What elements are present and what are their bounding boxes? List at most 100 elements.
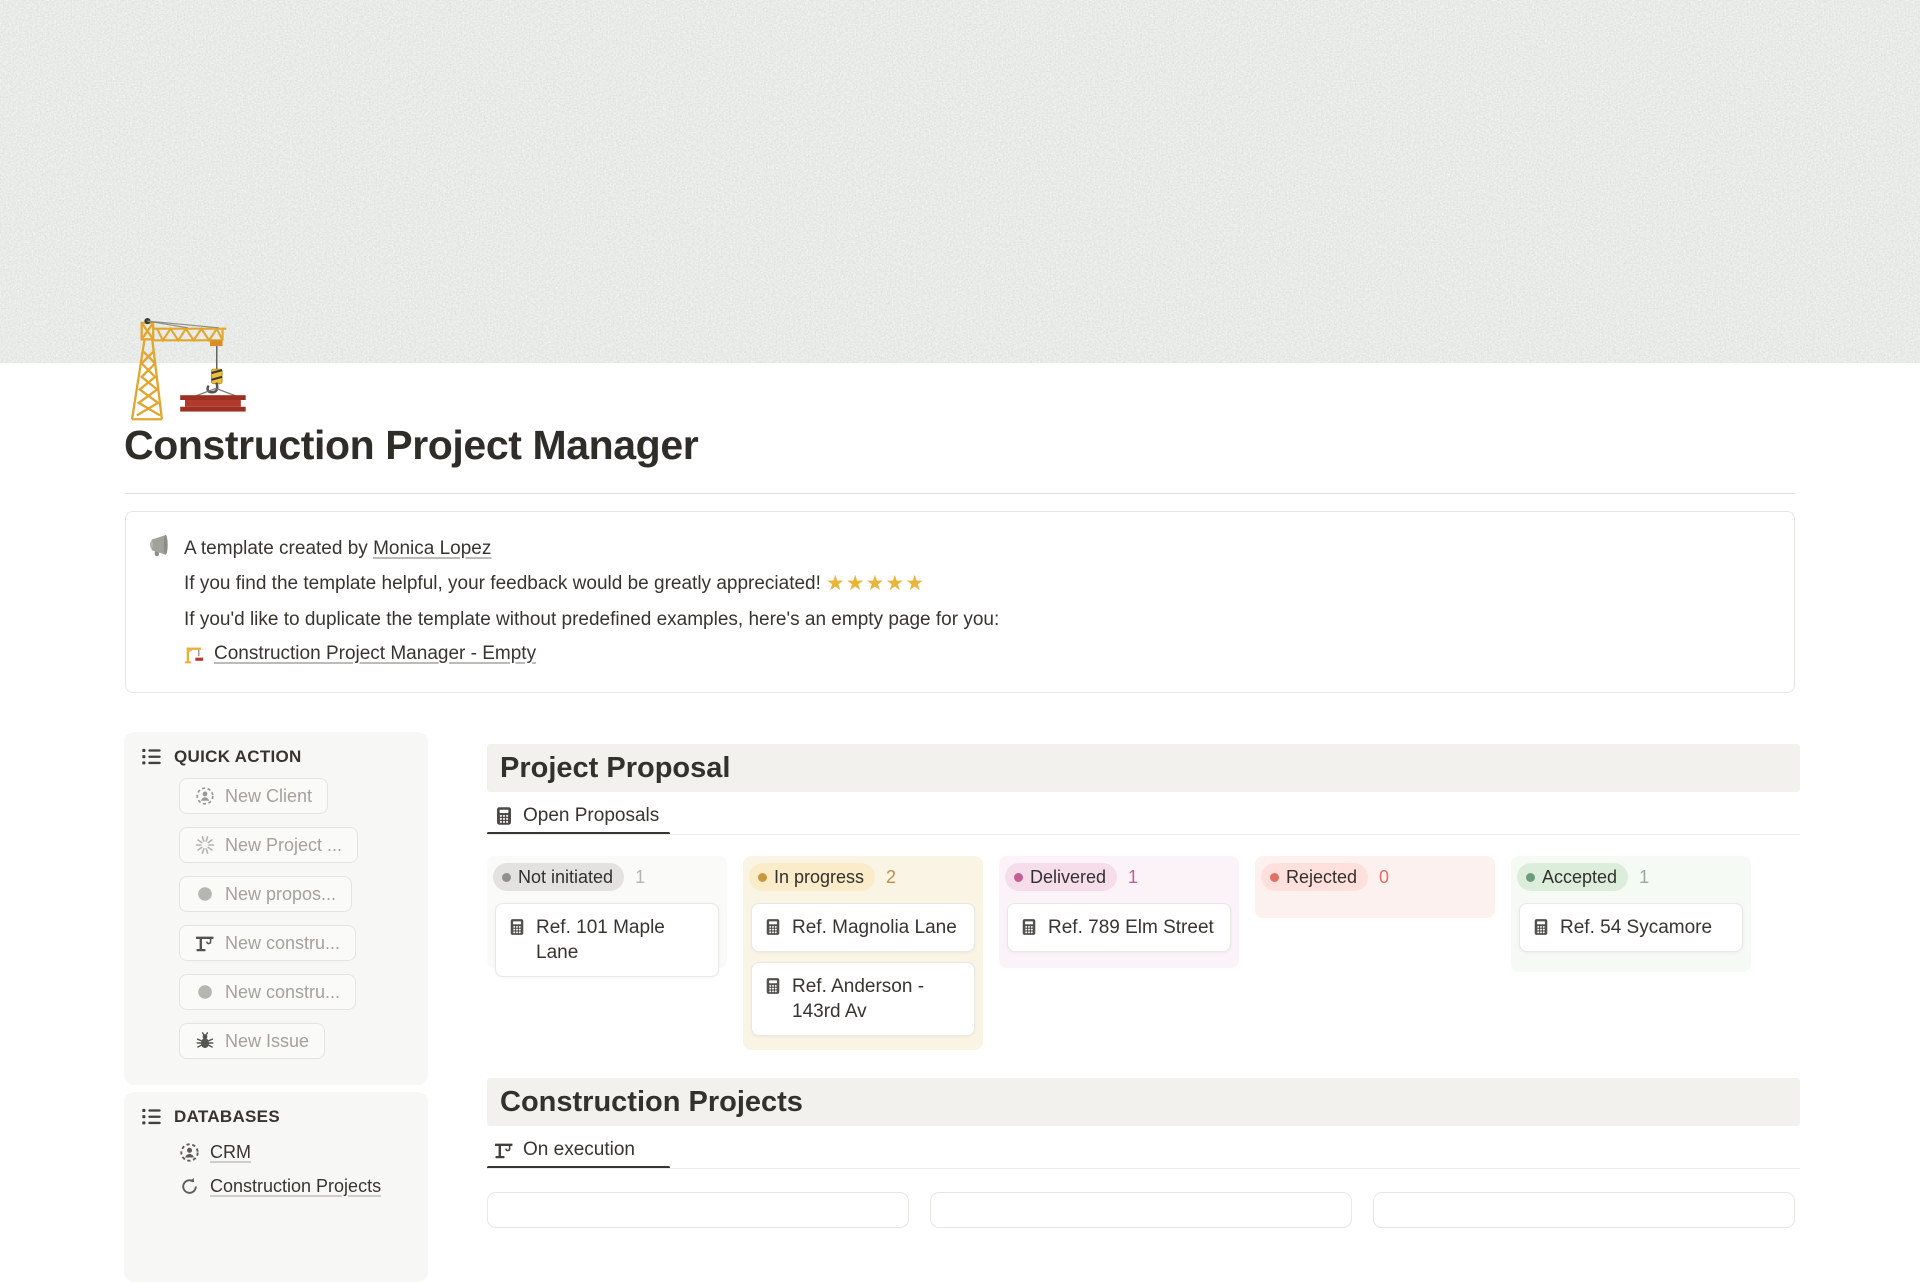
construction-projects-label: Construction Projects — [210, 1176, 381, 1197]
column-count: 2 — [886, 867, 896, 888]
status-pill-in-progress[interactable]: In progress — [749, 863, 875, 891]
divider — [125, 493, 1795, 494]
template-callout: A template created by Monica Lopez If yo… — [125, 511, 1795, 693]
databases-header: DATABASES — [140, 1105, 280, 1128]
status-dot — [758, 873, 767, 882]
status-pill-delivered[interactable]: Delivered — [1005, 863, 1117, 891]
board-card-ref-101-maple-lane[interactable]: Ref. 101 Maple Lane — [495, 903, 719, 977]
column-header: Rejected 0 — [1255, 856, 1495, 891]
tab-on-execution[interactable]: On execution — [494, 1135, 635, 1165]
card-title: Ref. Anderson - 143rd Av — [792, 974, 962, 1024]
tabs-divider — [487, 1168, 1800, 1169]
new-construction-button[interactable]: New constru... — [179, 925, 356, 961]
calculator-icon — [764, 918, 782, 936]
board-card-ref-magnolia-lane[interactable]: Ref. Magnolia Lane — [751, 903, 975, 952]
project-card-partial[interactable] — [487, 1192, 909, 1228]
new-project-button[interactable]: New Project ... — [179, 827, 358, 863]
card-title: Ref. 54 Sycamore — [1560, 915, 1712, 940]
column-count: 1 — [1639, 867, 1649, 888]
new-construction-label: New constru... — [225, 933, 340, 954]
column-count: 1 — [1128, 867, 1138, 888]
status-dot — [1270, 873, 1279, 882]
status-pill-not-initiated[interactable]: Not initiated — [493, 863, 624, 891]
crane-mini-icon — [184, 644, 205, 665]
new-proposal-button[interactable]: New propos... — [179, 876, 352, 912]
person-dashed-circle-icon — [179, 1142, 200, 1163]
empty-page-link[interactable]: Construction Project Manager - Empty — [214, 642, 536, 666]
new-construction2-label: New constru... — [225, 982, 340, 1003]
board-card-ref-789-elm-street[interactable]: Ref. 789 Elm Street — [1007, 903, 1231, 952]
database-link-crm[interactable]: CRM — [179, 1142, 381, 1163]
tab-on-execution-label: On execution — [523, 1139, 635, 1161]
new-proposal-label: New propos... — [225, 884, 336, 905]
card-title: Ref. 789 Elm Street — [1048, 915, 1214, 940]
quick-action-panel: QUICK ACTION New Client New Project ... … — [124, 732, 428, 1085]
calculator-icon — [764, 977, 782, 995]
megaphone-icon — [146, 532, 174, 560]
filled-circle-icon — [195, 982, 215, 1002]
cover-image — [0, 0, 1920, 363]
calculator-icon — [1020, 918, 1038, 936]
column-header: In progress 2 — [743, 856, 983, 891]
sync-icon — [179, 1176, 200, 1197]
board-card-ref-54-sycamore[interactable]: Ref. 54 Sycamore — [1519, 903, 1743, 952]
callout-line-empty-page: Construction Project Manager - Empty — [184, 642, 1770, 666]
star-rating: ★★★★★ — [826, 572, 925, 595]
tab-open-proposals[interactable]: Open Proposals — [494, 801, 659, 831]
intro-text: A template created by — [184, 538, 373, 559]
feedback-text: If you find the template helpful, your f… — [184, 573, 821, 594]
card-title: Ref. 101 Maple Lane — [536, 915, 706, 965]
quick-action-header: QUICK ACTION — [140, 745, 302, 768]
new-client-button[interactable]: New Client — [179, 778, 328, 814]
databases-panel: DATABASES CRM Construction Projects — [124, 1092, 428, 1282]
card-title: Ref. Magnolia Lane — [792, 915, 957, 940]
crane-icon — [195, 933, 215, 953]
filled-circle-icon — [195, 884, 215, 904]
callout-line-feedback: If you find the template helpful, your f… — [184, 572, 1770, 596]
column-header: Accepted 1 — [1511, 856, 1751, 891]
new-project-label: New Project ... — [225, 835, 342, 856]
databases-title: DATABASES — [174, 1107, 280, 1127]
status-dot — [1526, 873, 1535, 882]
column-header: Delivered 1 — [999, 856, 1239, 891]
column-count: 1 — [635, 867, 645, 888]
tab-open-proposals-label: Open Proposals — [523, 805, 659, 827]
section-title-project-proposal: Project Proposal — [487, 744, 1800, 792]
quick-action-title: QUICK ACTION — [174, 747, 302, 767]
calculator-icon — [508, 918, 526, 936]
project-card-partial[interactable] — [930, 1192, 1352, 1228]
database-link-construction-projects[interactable]: Construction Projects — [179, 1176, 381, 1197]
board-column-rejected: Rejected 0 — [1255, 856, 1495, 918]
project-card-partial[interactable] — [1373, 1192, 1795, 1228]
person-dashed-circle-icon — [195, 786, 215, 806]
bulleted-list-icon — [140, 1105, 163, 1128]
new-issue-label: New Issue — [225, 1031, 309, 1052]
crm-label: CRM — [210, 1142, 251, 1163]
status-dot — [502, 873, 511, 882]
calculator-icon — [494, 806, 514, 826]
bulleted-list-icon — [140, 745, 163, 768]
status-dot — [1014, 873, 1023, 882]
callout-line-duplicate: If you'd like to duplicate the template … — [184, 608, 1770, 632]
status-pill-rejected[interactable]: Rejected — [1261, 863, 1368, 891]
board-column-in-progress: In progress 2 Ref. Magnolia Lane Ref. An… — [743, 856, 983, 1050]
board-card-ref-anderson-143rd-av[interactable]: Ref. Anderson - 143rd Av — [751, 962, 975, 1036]
new-issue-button[interactable]: New Issue — [179, 1023, 325, 1059]
new-construction2-button[interactable]: New constru... — [179, 974, 356, 1010]
section-title-construction-projects: Construction Projects — [487, 1078, 1800, 1126]
crane-icon — [494, 1140, 514, 1160]
page-icon-crane[interactable] — [112, 296, 258, 426]
board-column-not-initiated: Not initiated 1 Ref. 101 Maple Lane — [487, 856, 727, 968]
bug-icon — [195, 1031, 215, 1051]
author-link[interactable]: Monica Lopez — [373, 538, 491, 559]
callout-line-author: A template created by Monica Lopez — [184, 537, 1770, 561]
board-column-accepted: Accepted 1 Ref. 54 Sycamore — [1511, 856, 1751, 972]
board-column-delivered: Delivered 1 Ref. 789 Elm Street — [999, 856, 1239, 968]
column-header: Not initiated 1 — [487, 856, 727, 891]
page-title: Construction Project Manager — [124, 422, 698, 469]
burst-icon — [195, 835, 215, 855]
tabs-divider — [487, 834, 1800, 835]
calculator-icon — [1532, 918, 1550, 936]
column-count: 0 — [1379, 867, 1389, 888]
status-pill-accepted[interactable]: Accepted — [1517, 863, 1628, 891]
